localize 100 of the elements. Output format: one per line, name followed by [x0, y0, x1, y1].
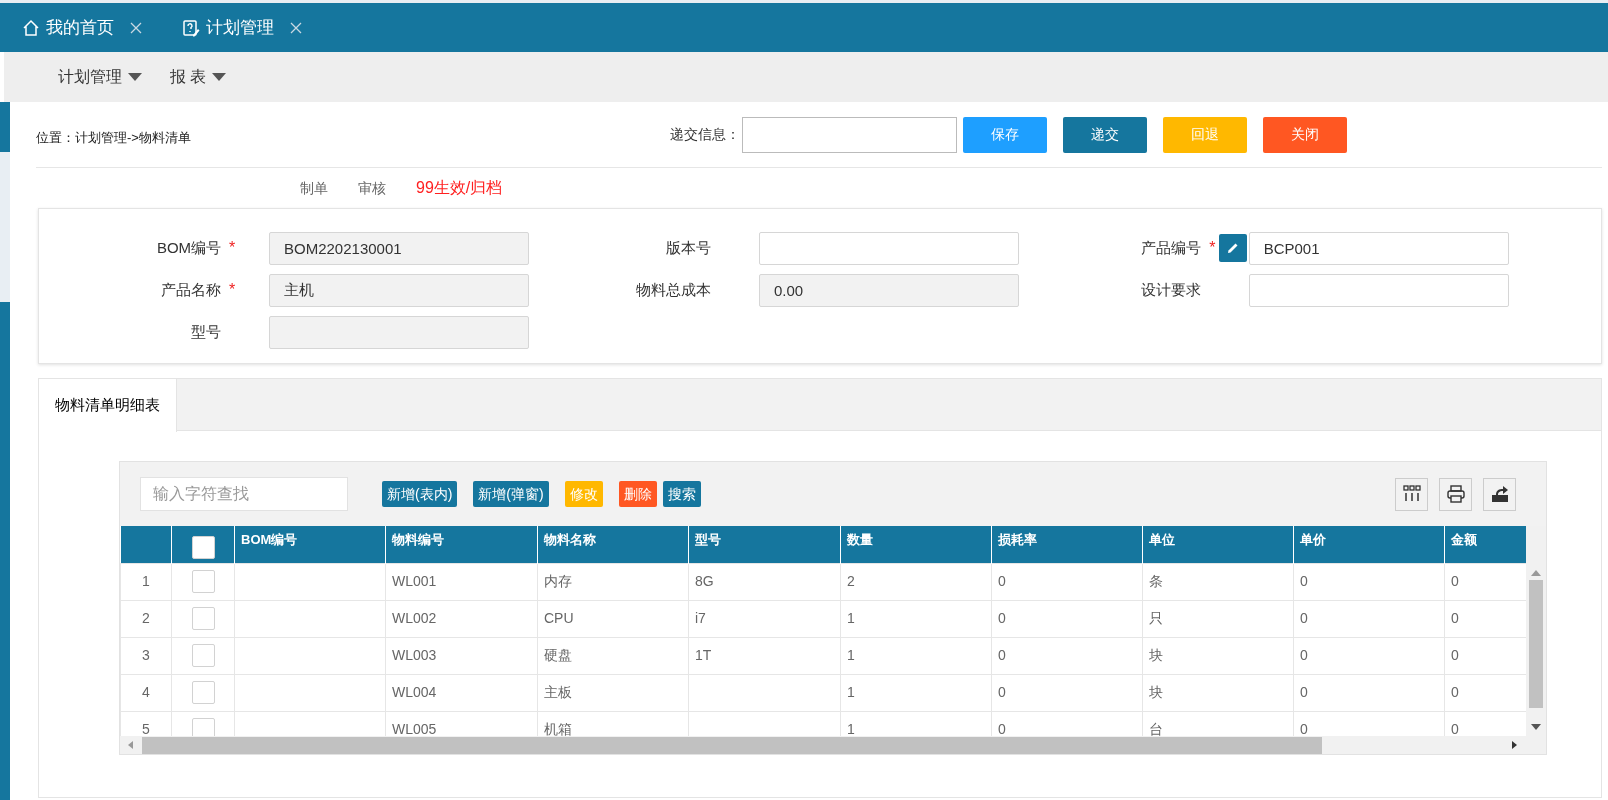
field-label: 型号 — [190, 321, 222, 342]
text-field[interactable] — [759, 231, 1019, 265]
action-button[interactable]: 关闭 — [1263, 116, 1347, 153]
required-mark: * — [229, 238, 236, 258]
required-mark: * — [1209, 238, 1216, 258]
table-cell: 块 — [1149, 684, 1163, 700]
table-cell: WL004 — [392, 684, 437, 700]
table-cell: 硬盘 — [544, 647, 572, 663]
table-cell: 8G — [695, 573, 714, 589]
select-all-checkbox[interactable] — [191, 536, 215, 559]
table-cell: 1T — [695, 647, 712, 663]
table-cell: 台 — [1149, 721, 1163, 736]
table-cell: 2 — [847, 573, 855, 589]
close-icon[interactable] — [130, 21, 142, 34]
column-header[interactable]: 单价 — [1300, 532, 1326, 547]
table-cell: 主板 — [544, 684, 572, 700]
field-label: 产品名称 — [160, 279, 222, 300]
table-cell: 机箱 — [544, 721, 572, 736]
text-field[interactable] — [1249, 273, 1509, 307]
table-cell: WL005 — [392, 721, 437, 736]
table-cell: WL001 — [392, 573, 437, 589]
table-cell: i7 — [695, 610, 706, 626]
field-label: 设计要求 — [1140, 279, 1202, 300]
row-number: 4 — [142, 684, 150, 700]
row-checkbox[interactable] — [191, 570, 215, 593]
column-header[interactable]: 物料名称 — [544, 532, 596, 547]
table-cell: 0 — [998, 721, 1006, 736]
field-label: 版本号 — [665, 237, 712, 258]
table-cell: 0 — [1451, 721, 1459, 736]
text-field[interactable]: BOM2202130001 — [269, 231, 529, 265]
table-cell: 0 — [998, 610, 1006, 626]
toolbar-button[interactable]: 新增(表内) — [382, 481, 458, 507]
tab-label[interactable]: 我的首页 — [46, 14, 114, 41]
column-header[interactable]: 金额 — [1451, 532, 1477, 547]
row-checkbox[interactable] — [191, 644, 215, 667]
table-cell: 0 — [1451, 647, 1459, 663]
action-button[interactable]: 保存 — [963, 116, 1047, 153]
action-button[interactable]: 递交 — [1063, 116, 1147, 153]
table-cell: 1 — [847, 721, 855, 736]
field-label: BOM编号 — [155, 237, 222, 258]
toolbar-icon-button[interactable] — [1439, 477, 1472, 511]
column-header[interactable]: 物料编号 — [392, 532, 444, 547]
toolbar-icon-button[interactable] — [1483, 477, 1516, 511]
menu-dropdown[interactable]: 报 表 — [170, 65, 227, 89]
table-cell: WL002 — [392, 610, 437, 626]
table-cell: 0 — [1300, 684, 1308, 700]
breadcrumb: 位置：计划管理->物料清单 — [36, 128, 192, 147]
table-cell: 0 — [1451, 610, 1459, 626]
column-header[interactable]: 损耗率 — [998, 532, 1037, 547]
toolbar-button[interactable]: 删除 — [618, 481, 657, 507]
required-mark: * — [229, 280, 236, 300]
workflow-step: 制单 — [300, 177, 328, 199]
search-field[interactable]: 输入字符查找 — [140, 477, 348, 511]
field-label: 物料总成本 — [635, 279, 712, 300]
tab-label[interactable]: 计划管理 — [206, 14, 274, 41]
home-icon — [22, 18, 40, 37]
table-cell: 1 — [847, 684, 855, 700]
table-cell: 0 — [1451, 684, 1459, 700]
table-cell: 0 — [998, 684, 1006, 700]
field-label: 递交信息： — [669, 125, 740, 144]
export-icon — [1489, 484, 1510, 504]
table-cell: 块 — [1149, 647, 1163, 663]
table-cell: 0 — [1300, 647, 1308, 663]
workflow-step: 审核 — [358, 177, 386, 199]
tab[interactable]: 物料清单明细表 — [39, 379, 177, 432]
toolbar-button[interactable]: 新增(弹窗) — [473, 481, 549, 507]
field-label: 产品编号 — [1140, 237, 1202, 258]
column-header[interactable]: 单位 — [1149, 532, 1175, 547]
menu-dropdown[interactable]: 计划管理 — [58, 65, 142, 89]
table-cell: WL003 — [392, 647, 437, 663]
table-cell: 0 — [998, 573, 1006, 589]
toolbar-icon-button[interactable] — [1395, 477, 1428, 511]
text-field[interactable]: BCP001 — [1248, 231, 1509, 265]
document-edit-icon — [182, 18, 200, 37]
row-number: 5 — [142, 721, 150, 736]
table-cell: 0 — [1300, 573, 1308, 589]
pencil-icon — [1227, 242, 1239, 254]
column-header[interactable]: 型号 — [695, 532, 721, 547]
horizontal-scrollbar[interactable] — [120, 736, 1546, 754]
columns-icon — [1401, 484, 1422, 504]
text-field[interactable]: 0.00 — [759, 273, 1019, 307]
row-checkbox[interactable] — [191, 718, 215, 736]
table-cell: 1 — [847, 610, 855, 626]
submit-info-field[interactable] — [742, 116, 957, 153]
column-header[interactable]: BOM编号 — [241, 532, 298, 547]
table-cell: 0 — [998, 647, 1006, 663]
column-header[interactable]: 数量 — [847, 532, 873, 547]
edit-button[interactable] — [1219, 234, 1247, 262]
row-checkbox[interactable] — [191, 681, 215, 704]
row-number: 1 — [142, 573, 150, 589]
table-cell: 内存 — [544, 573, 572, 589]
table-cell: CPU — [544, 610, 574, 626]
table-cell: 0 — [1300, 610, 1308, 626]
row-checkbox[interactable] — [191, 607, 215, 630]
text-field[interactable]: 主机 — [269, 273, 529, 307]
toolbar-button[interactable]: 搜索 — [662, 481, 701, 507]
scroll-down-icon[interactable] — [1531, 724, 1541, 730]
scroll-up-icon[interactable] — [1531, 570, 1541, 576]
close-icon[interactable] — [290, 21, 302, 34]
text-field[interactable] — [269, 315, 529, 349]
